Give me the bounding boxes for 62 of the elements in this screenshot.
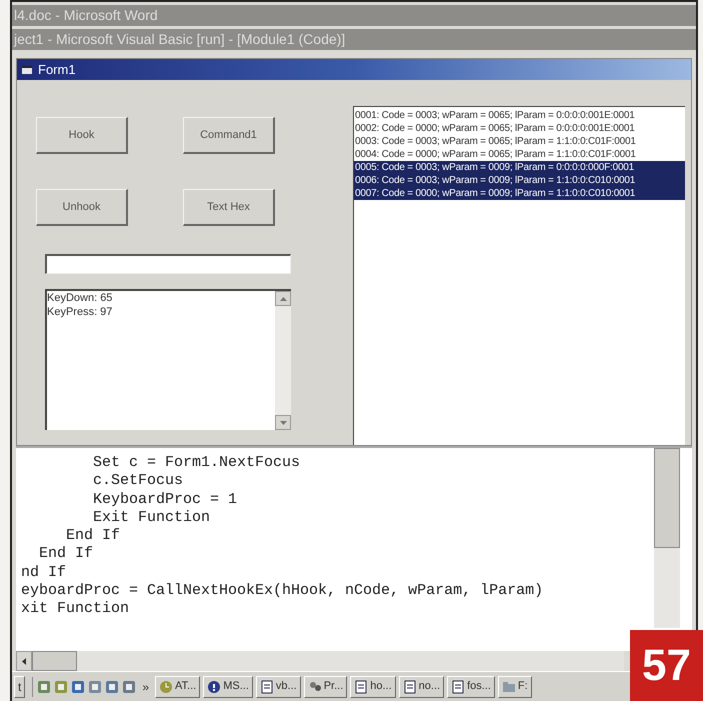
page-number: 57 — [630, 630, 703, 701]
taskbar-button[interactable]: Pr... — [304, 676, 348, 698]
command-button[interactable]: Unhook — [36, 189, 128, 226]
clock-icon — [159, 680, 174, 694]
window-icon — [22, 64, 33, 74]
command-button[interactable]: Hook — [36, 117, 128, 154]
text-field[interactable] — [45, 254, 291, 274]
scrollbar[interactable] — [275, 291, 291, 430]
window-title-bar: ject1 - Microsoft Visual Basic [run] - [Module1 (Code)] — [12, 29, 696, 50]
folder-icon — [502, 680, 516, 694]
list-item[interactable]: KeyDown: 65 — [47, 291, 275, 305]
list-item[interactable]: 0001: Code = 0003; wParam = 0065; lParam = 0:0:0:0:001E:0001 — [354, 109, 685, 122]
message-list[interactable] — [353, 106, 685, 445]
quick-launch-icon[interactable] — [122, 680, 136, 694]
code-editor[interactable]: Set c = Form1.NextFocus c.SetFocus KeyboardProc = 1 Exit Function End If End If nd If eyboardProc = CallNextHookEx(hHook, nCode, wParam, lParam) xit Function — [16, 446, 692, 651]
document-icon — [354, 680, 368, 694]
overflow-chevron[interactable]: » — [139, 678, 152, 696]
start-button[interactable]: t — [14, 676, 26, 698]
taskbar-button[interactable]: AT... — [155, 676, 200, 698]
taskbar-button[interactable]: MS... — [203, 676, 253, 698]
code-line: eyboardProc = CallNextHookEx(hHook, nCode, wParam, lParam) — [21, 582, 544, 600]
quick-launch-icon[interactable] — [37, 680, 52, 694]
taskbar-button[interactable]: no... — [398, 676, 444, 698]
code-line: End If — [65, 527, 122, 546]
command-button[interactable]: Text Hex — [183, 189, 275, 226]
code-line: KeyboardProc = 1 — [92, 490, 238, 509]
quick-launch-icon[interactable] — [88, 680, 102, 694]
list-item[interactable]: 0002: Code = 0000; wParam = 0065; lParam = 0:0:0:0:001E:0001 — [354, 122, 685, 135]
code-line: Set c = Form1.NextFocus — [92, 454, 302, 472]
taskbar-button[interactable]: ho... — [350, 676, 396, 698]
command-button[interactable]: Command1 — [183, 117, 275, 154]
list-item[interactable]: KeyPress: 97 — [47, 305, 275, 319]
code-line: c.SetFocus — [92, 472, 184, 491]
list-item[interactable]: 0003: Code = 0003; wParam = 0065; lParam = 1:1:0:0:C01F:0001 — [354, 135, 685, 148]
list-item[interactable]: 0007: Code = 0000; wParam = 0009; lParam = 1:1:0:0:C010:0001 — [354, 187, 685, 200]
scroll-down-icon[interactable] — [275, 415, 291, 430]
scroll-thumb[interactable] — [32, 651, 77, 671]
scroll-thumb[interactable] — [654, 448, 680, 548]
quick-launch-icon[interactable] — [54, 680, 68, 694]
document-icon — [260, 680, 274, 694]
scroll-up-icon[interactable] — [275, 291, 291, 306]
taskbar-button[interactable]: vb... — [256, 676, 301, 698]
scrollbar[interactable] — [654, 448, 680, 628]
list-item[interactable]: 0004: Code = 0000; wParam = 0065; lParam = 1:1:0:0:C01F:0001 — [354, 148, 685, 161]
window-title-bar: l4.doc - Microsoft Word — [12, 5, 696, 26]
taskbar-button[interactable]: F: — [498, 676, 532, 698]
list-item[interactable]: 0006: Code = 0003; wParam = 0009; lParam = 1:1:0:0:C010:0001 — [354, 174, 685, 187]
document-icon — [402, 680, 417, 694]
list-box[interactable]: KeyDown: 65 KeyPress: 97 — [45, 289, 291, 430]
code-line: xit Function — [21, 600, 130, 619]
quick-launch-icon[interactable] — [71, 680, 86, 694]
horizontal-scrollbar[interactable] — [16, 651, 624, 671]
form-title: Form1 — [38, 60, 76, 79]
quick-launch-icon[interactable] — [105, 680, 120, 694]
code-line: Exit Function — [92, 508, 212, 528]
code-line: End If — [38, 545, 94, 564]
list-item[interactable]: 0005: Code = 0003; wParam = 0009; lParam = 0:0:0:0:000F:0001 — [354, 161, 685, 174]
document-icon — [451, 680, 466, 694]
people-icon — [308, 680, 322, 694]
scroll-left-icon[interactable] — [16, 651, 32, 671]
code-line: nd If — [21, 564, 68, 582]
taskbar-button[interactable]: fos... — [447, 676, 495, 698]
